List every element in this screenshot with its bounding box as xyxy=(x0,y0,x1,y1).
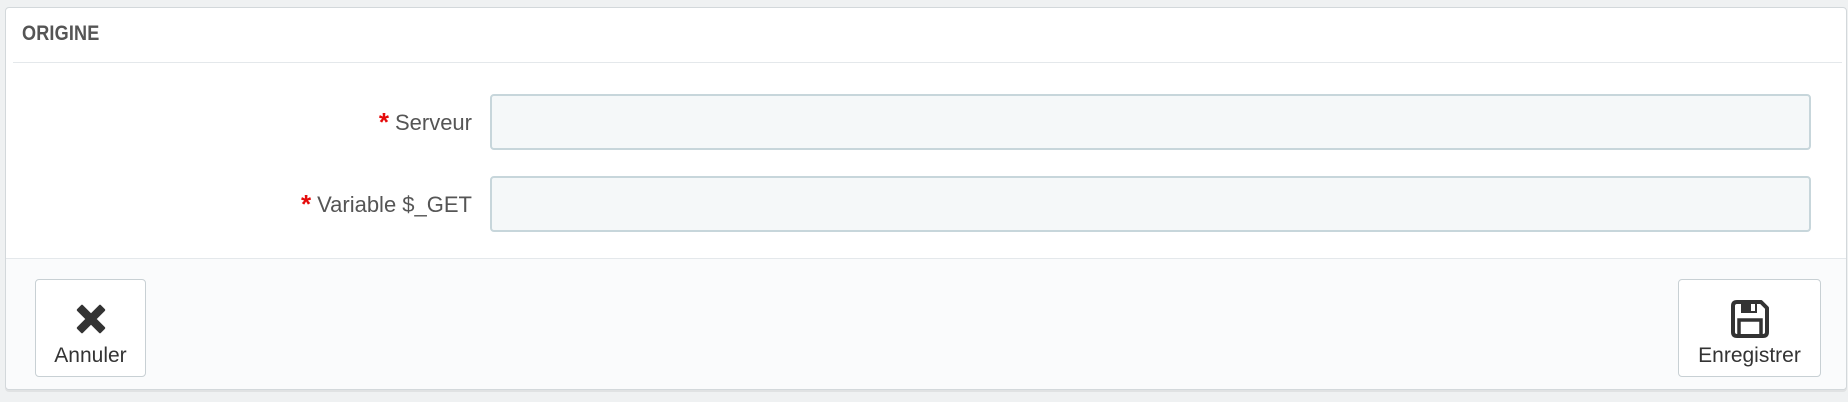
get-variable-label-text: Variable $_GET xyxy=(317,192,472,217)
cancel-label: Annuler xyxy=(54,344,127,367)
required-marker: * xyxy=(300,189,312,219)
panel-footer: Annuler Enregistrer xyxy=(6,258,1846,389)
origin-panel: ORIGINE * Serveur * Variable $_GET Annuler xyxy=(5,7,1847,390)
get-variable-label: * Variable $_GET xyxy=(301,176,472,232)
panel-heading: ORIGINE xyxy=(13,8,1842,63)
server-label: * Serveur xyxy=(379,94,472,150)
close-icon xyxy=(36,298,145,340)
required-marker: * xyxy=(378,107,389,137)
form-group-server: * Serveur xyxy=(6,94,1846,150)
cancel-button[interactable]: Annuler xyxy=(35,279,146,377)
server-input[interactable] xyxy=(490,94,1811,150)
server-label-text: Serveur xyxy=(394,110,472,135)
form-group-get-variable: * Variable $_GET xyxy=(6,176,1846,232)
floppy-disk-icon xyxy=(1679,298,1820,340)
panel-title: ORIGINE xyxy=(22,22,100,45)
get-variable-input[interactable] xyxy=(490,176,1811,232)
save-button[interactable]: Enregistrer xyxy=(1678,279,1821,377)
save-label: Enregistrer xyxy=(1698,344,1801,367)
